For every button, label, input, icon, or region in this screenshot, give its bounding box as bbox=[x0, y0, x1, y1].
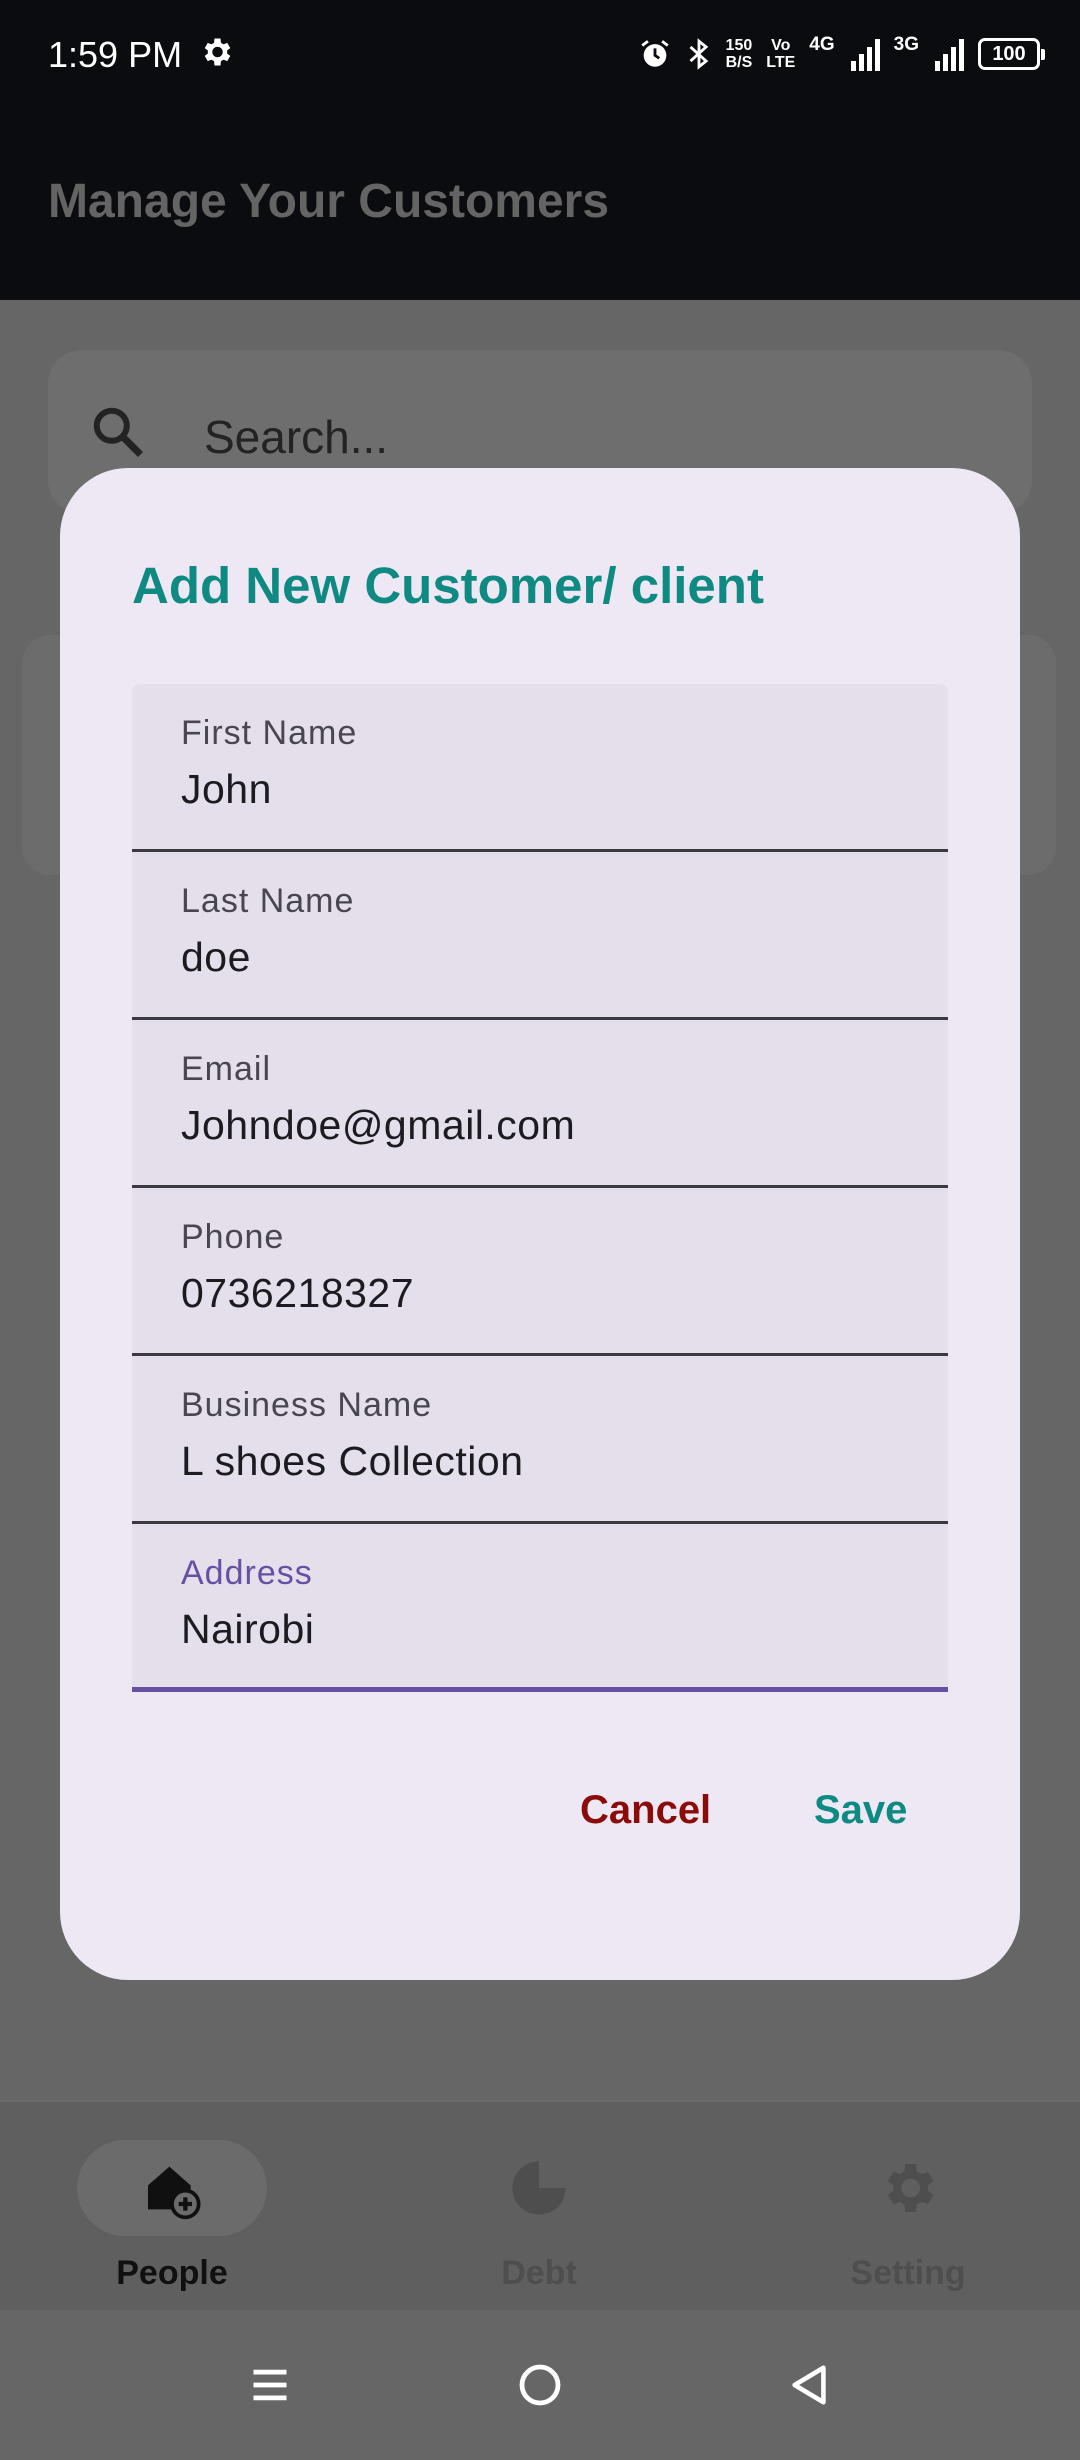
customer-card-edge-right bbox=[1020, 635, 1056, 875]
net-speed: 150 B/S bbox=[726, 37, 753, 71]
add-customer-dialog: Add New Customer/ client First Name John… bbox=[60, 468, 1020, 1980]
bluetooth-icon bbox=[689, 38, 708, 70]
bottom-navigation: People Debt Setting bbox=[0, 2100, 1080, 2310]
gear-icon bbox=[888, 2164, 934, 2212]
volte-badge: Vo LTE bbox=[766, 37, 795, 71]
phone-value: 0736218327 bbox=[181, 1270, 415, 1316]
status-bar: 1:59 PM 150 B/S Vo LTE 4G 3G 100 bbox=[0, 0, 1080, 110]
email-label: Email bbox=[181, 1050, 272, 1088]
back-button[interactable] bbox=[775, 2350, 845, 2420]
gear-icon bbox=[204, 38, 231, 66]
back-icon bbox=[792, 2365, 826, 2405]
nav-label-setting: Setting bbox=[850, 2254, 966, 2292]
net-speed-unit: B/S bbox=[725, 54, 753, 71]
nav-label-people: People bbox=[116, 2254, 228, 2292]
save-button[interactable]: Save bbox=[814, 1788, 907, 1833]
menu-icon bbox=[253, 2369, 287, 2401]
home-icon bbox=[519, 2364, 561, 2406]
alarm-icon bbox=[640, 40, 669, 67]
battery-level: 100 bbox=[992, 42, 1026, 65]
status-time: 1:59 PM bbox=[48, 34, 183, 75]
email-value: Johndoe@gmail.com bbox=[181, 1102, 576, 1148]
net-speed-value: 150 bbox=[725, 37, 753, 54]
nav-item-setting[interactable]: Setting bbox=[798, 2140, 1018, 2300]
home-button[interactable] bbox=[505, 2350, 575, 2420]
email-field[interactable]: Email Johndoe@gmail.com bbox=[132, 1020, 948, 1188]
nav-item-debt[interactable]: Debt bbox=[429, 2140, 649, 2300]
last-name-value: doe bbox=[181, 934, 251, 980]
nav-item-people[interactable]: People bbox=[62, 2140, 282, 2300]
address-field[interactable]: Address Nairobi bbox=[132, 1524, 948, 1692]
first-name-field[interactable]: First Name John bbox=[132, 684, 948, 852]
people-add-icon bbox=[148, 2166, 201, 2220]
page-title: Manage Your Customers bbox=[48, 175, 610, 228]
app-bar: Manage Your Customers bbox=[0, 110, 1080, 300]
nav-pill bbox=[813, 2140, 1003, 2236]
battery-icon: 100 bbox=[978, 38, 1045, 70]
first-name-value: John bbox=[181, 766, 272, 812]
phone-label: Phone bbox=[181, 1218, 285, 1256]
volte-bottom: LTE bbox=[766, 54, 796, 71]
signal-icon bbox=[850, 37, 880, 71]
dialog-title: Add New Customer/ client bbox=[132, 557, 764, 614]
sim2-network: 3G bbox=[893, 34, 919, 55]
menu-button[interactable] bbox=[235, 2350, 305, 2420]
sim1-network: 4G bbox=[809, 34, 835, 55]
last-name-field[interactable]: Last Name doe bbox=[132, 852, 948, 1020]
last-name-label: Last Name bbox=[181, 882, 355, 920]
business-name-field[interactable]: Business Name L shoes Collection bbox=[132, 1356, 948, 1524]
search-icon bbox=[93, 407, 143, 457]
business-name-label: Business Name bbox=[181, 1386, 433, 1424]
address-label: Address bbox=[181, 1554, 313, 1592]
volte-top: Vo bbox=[771, 37, 791, 54]
search-placeholder: Search... bbox=[204, 411, 389, 463]
nav-pill bbox=[444, 2140, 634, 2236]
system-navigation-bar bbox=[0, 2310, 1080, 2460]
signal-icon-2 bbox=[935, 37, 964, 71]
phone-field[interactable]: Phone 0736218327 bbox=[132, 1188, 948, 1356]
business-name-value: L shoes Collection bbox=[181, 1438, 524, 1484]
pie-chart-icon bbox=[512, 2161, 566, 2215]
address-value: Nairobi bbox=[181, 1606, 315, 1652]
cancel-button[interactable]: Cancel bbox=[580, 1788, 711, 1833]
nav-label-debt: Debt bbox=[501, 2254, 577, 2292]
first-name-label: First Name bbox=[181, 714, 358, 752]
status-icons: 150 B/S Vo LTE 4G 3G 100 bbox=[638, 30, 1045, 78]
nav-pill bbox=[77, 2140, 267, 2236]
